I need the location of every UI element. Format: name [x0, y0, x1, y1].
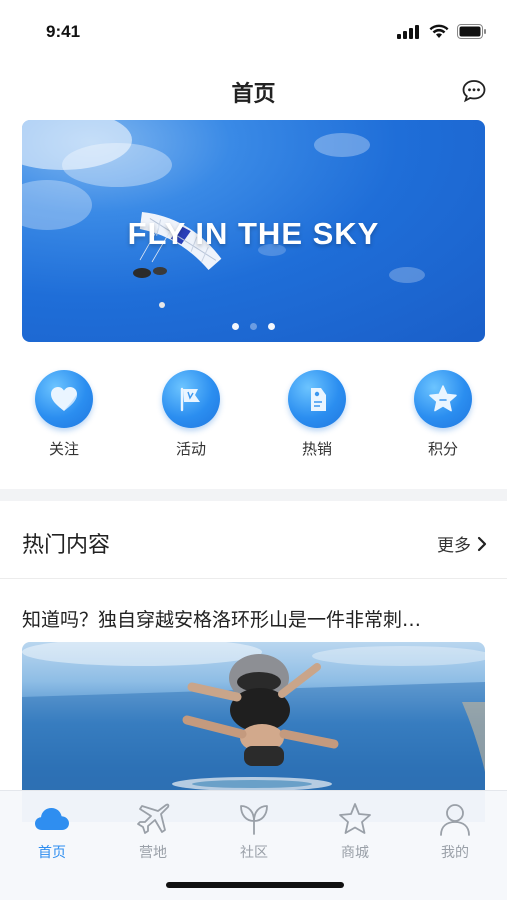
- status-time: 9:41: [46, 22, 81, 41]
- tab-home[interactable]: 首页: [12, 799, 92, 862]
- quick-menu-points[interactable]: 积分: [403, 370, 483, 459]
- section-title: 热门内容: [22, 533, 111, 558]
- status-bar: 9:41: [0, 0, 507, 62]
- tag-icon: [311, 388, 326, 411]
- battery-icon: [457, 24, 486, 39]
- tab-profile[interactable]: 我的: [415, 799, 495, 862]
- star-icon: [429, 385, 457, 412]
- carousel-dot[interactable]: [232, 323, 239, 330]
- chat-bubble-icon[interactable]: [461, 78, 487, 104]
- quick-menu-label: 关注: [48, 440, 79, 458]
- wifi-icon: [429, 24, 449, 38]
- tab-community[interactable]: 社区: [214, 799, 294, 862]
- carousel-indicator: [22, 323, 485, 330]
- cloud-icon: [35, 808, 69, 830]
- star-outline-icon: [339, 803, 371, 834]
- leaf-icon: [240, 805, 268, 835]
- home-indicator[interactable]: [166, 882, 344, 888]
- tab-mall[interactable]: 商城: [315, 799, 395, 862]
- tab-label: 社区: [240, 845, 268, 861]
- nav-bar: 首页: [0, 62, 507, 118]
- more-link[interactable]: 更多: [437, 531, 487, 556]
- quick-menu-activity[interactable]: 活动: [151, 370, 231, 459]
- quick-menu-hot-sales[interactable]: 热销: [277, 370, 357, 459]
- tab-bar: 首页 营地 社区 商城 我的: [0, 790, 507, 900]
- status-icons: [397, 24, 487, 39]
- tab-camp[interactable]: 营地: [113, 799, 193, 862]
- quick-menu-follow[interactable]: 关注: [24, 370, 104, 459]
- person-icon: [440, 804, 470, 836]
- cellular-signal-icon: [397, 24, 419, 39]
- tab-label: 营地: [139, 845, 167, 861]
- quick-menu-label: 活动: [175, 440, 206, 458]
- quick-menu: 关注 活动 热销 积分: [0, 370, 507, 470]
- more-label: 更多: [437, 536, 471, 556]
- carousel-dot[interactable]: [250, 323, 257, 330]
- section-header: 热门内容 更多: [0, 501, 507, 579]
- airplane-icon: [137, 803, 170, 834]
- tab-label: 我的: [441, 845, 469, 861]
- article-title[interactable]: 知道吗？独自穿越安格洛环形山是一件非常刺…: [22, 605, 487, 632]
- tab-label: 商城: [341, 845, 369, 861]
- section-divider: [0, 489, 507, 501]
- heart-icon: [51, 387, 77, 411]
- banner-headline: FLY IN THE SKY: [127, 216, 380, 251]
- chevron-right-icon: [477, 536, 487, 551]
- carousel-dot[interactable]: [268, 323, 275, 330]
- tab-label: 首页: [38, 845, 66, 861]
- flag-icon: [180, 387, 200, 412]
- quick-menu-label: 积分: [427, 440, 458, 458]
- page-title: 首页: [231, 82, 276, 107]
- banner-carousel[interactable]: FLY IN THE SKY: [22, 120, 485, 342]
- quick-menu-label: 热销: [301, 440, 332, 458]
